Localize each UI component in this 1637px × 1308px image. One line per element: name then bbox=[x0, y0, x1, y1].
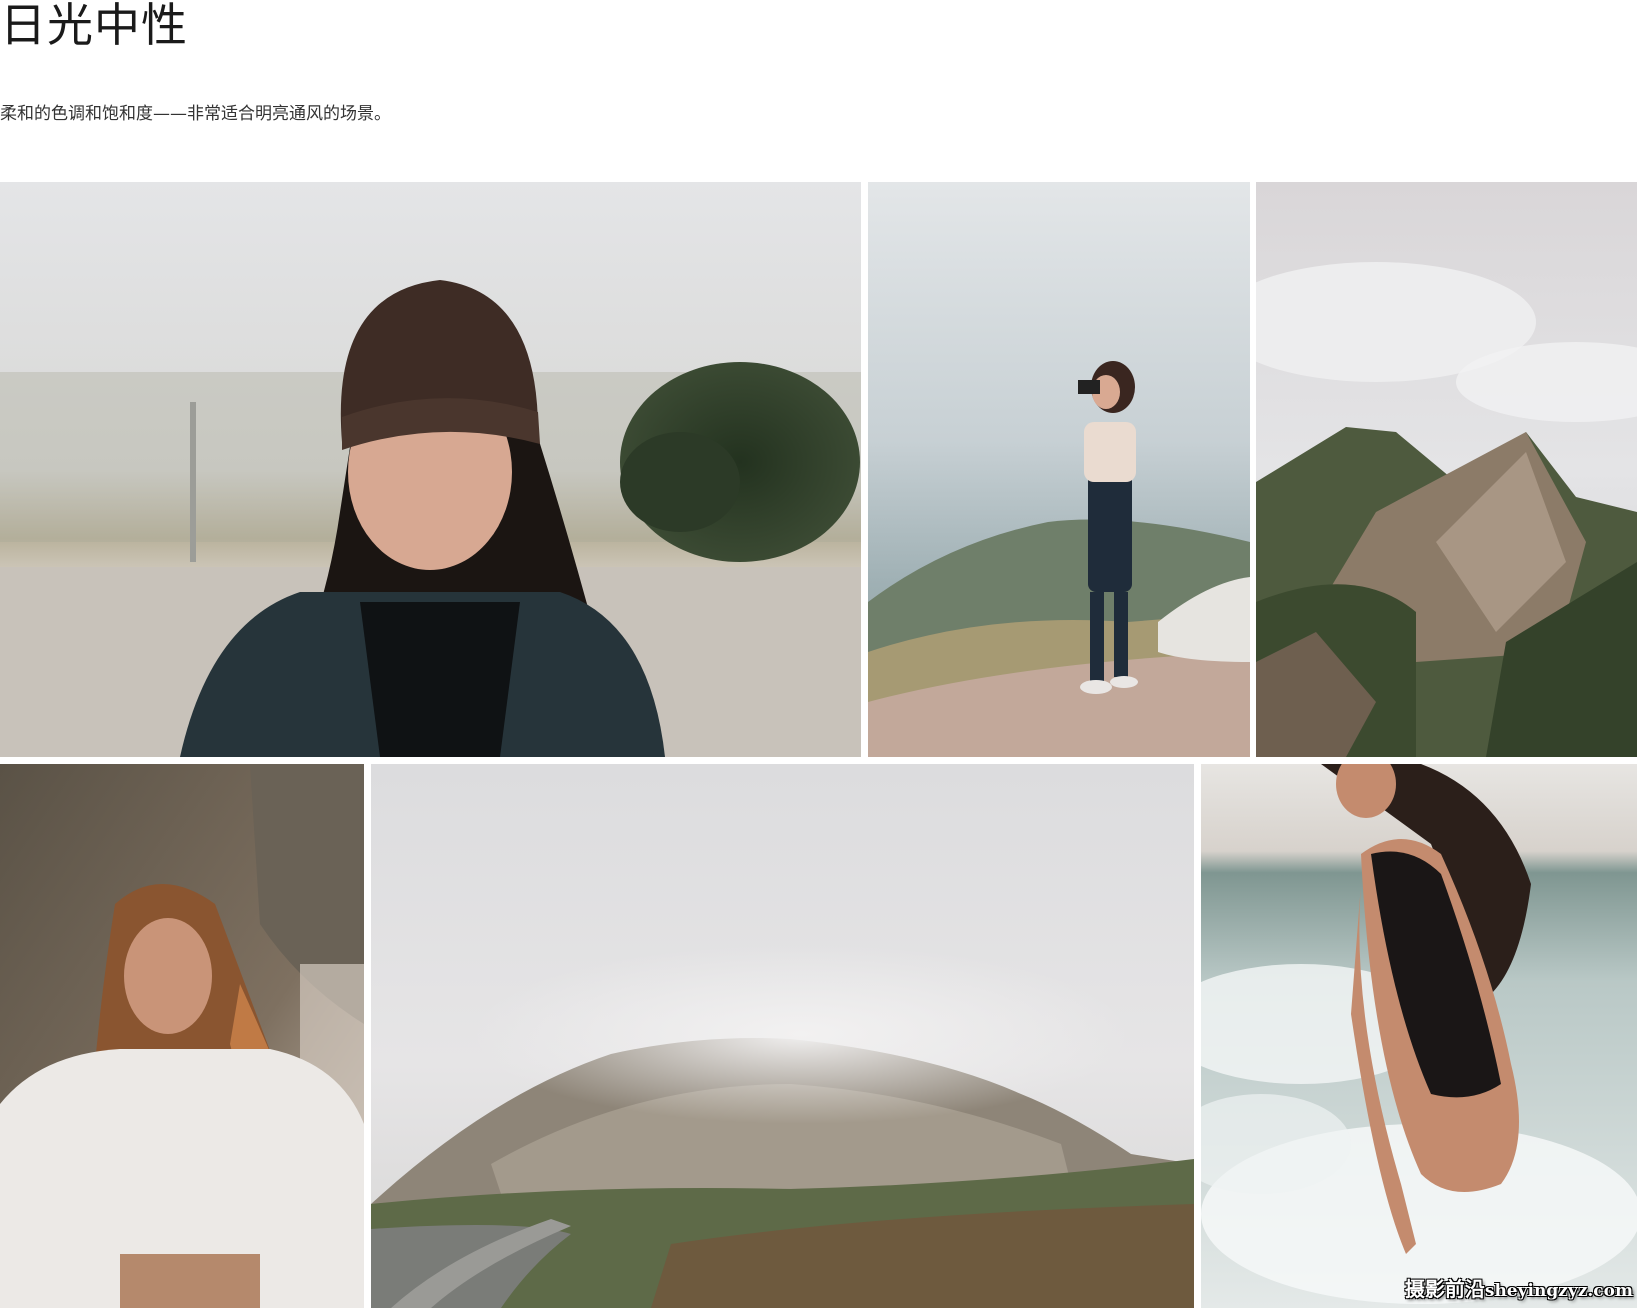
watermark-latin: sheyingzyz.com bbox=[1484, 1281, 1633, 1301]
gallery-photo-surf-swimsuit[interactable]: 摄影前沿sheyingzyz.com bbox=[1201, 764, 1637, 1308]
photo-portrait-beanie-image bbox=[0, 182, 861, 757]
photo-foggy-rock-image bbox=[371, 764, 1194, 1308]
photo-mountain-ridge-image bbox=[1256, 182, 1637, 757]
gallery-photo-photographer[interactable] bbox=[868, 182, 1250, 757]
gallery-photo-white-sweater[interactable] bbox=[0, 764, 364, 1308]
photo-surf-swimsuit-image bbox=[1201, 764, 1637, 1308]
gallery-photo-portrait-beanie[interactable] bbox=[0, 182, 861, 757]
watermark-cn: 摄影前沿 bbox=[1404, 1277, 1485, 1301]
page-description: 柔和的色调和饱和度——非常适合明亮通风的场景。 bbox=[0, 104, 391, 124]
photo-photographer-image bbox=[868, 182, 1250, 757]
gallery-photo-foggy-rock[interactable] bbox=[371, 764, 1194, 1308]
page-title: 日光中性 bbox=[0, 0, 188, 52]
watermark: 摄影前沿sheyingzyz.com bbox=[1405, 1273, 1633, 1302]
photo-white-sweater-image bbox=[0, 764, 364, 1308]
page: 日光中性 柔和的色调和饱和度——非常适合明亮通风的场景。 摄影前沿sheying… bbox=[0, 0, 1637, 1308]
gallery-photo-mountain-ridge[interactable] bbox=[1256, 182, 1637, 757]
